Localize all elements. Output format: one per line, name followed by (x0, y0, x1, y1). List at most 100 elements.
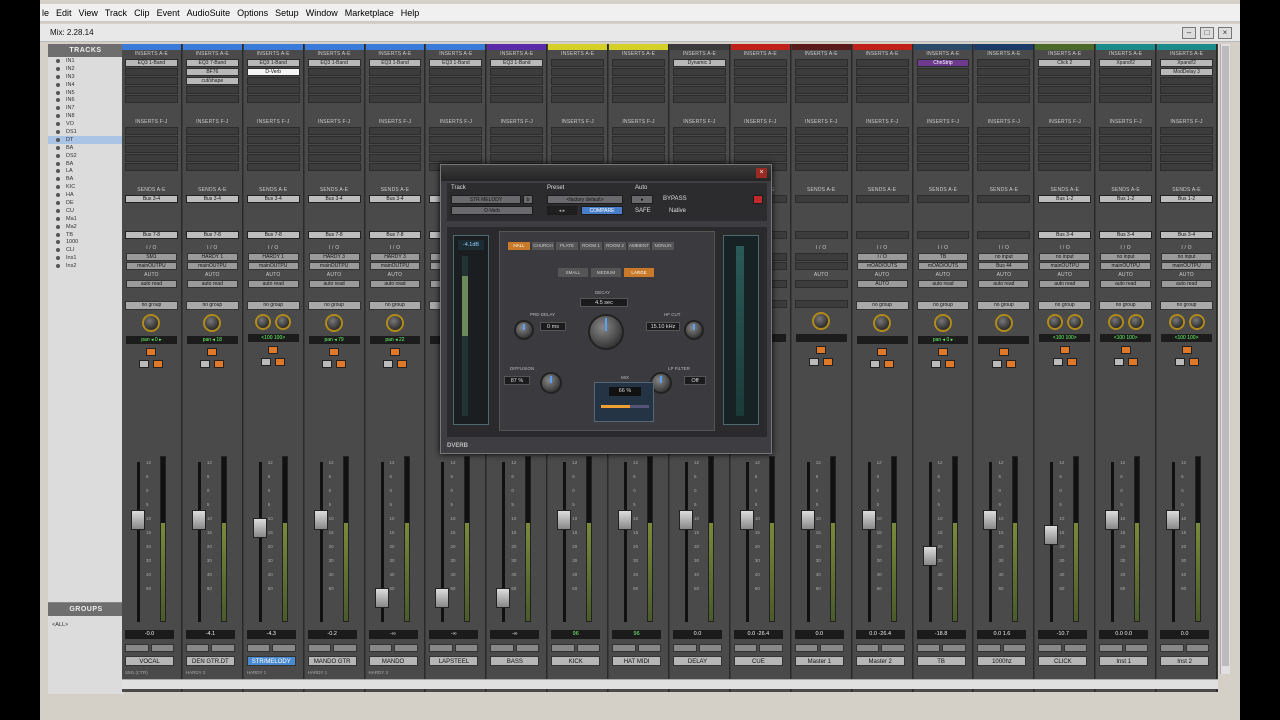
diffusion-knob[interactable] (540, 372, 562, 394)
dyn-button[interactable] (307, 644, 332, 652)
insert-slot[interactable] (125, 68, 178, 76)
output-selector[interactable]: mainOUTPU (247, 262, 299, 270)
insert-slot[interactable] (185, 145, 239, 153)
automation-mode[interactable]: auto read (126, 280, 177, 288)
dyn-button[interactable] (125, 644, 149, 652)
track-list-item[interactable]: IN7 (48, 104, 123, 112)
insert-slot[interactable] (551, 136, 605, 144)
track-name[interactable]: TB (916, 656, 966, 666)
input-selector[interactable]: no input (978, 253, 1030, 261)
record-button[interactable] (1181, 346, 1192, 354)
group-selector[interactable]: no group (307, 301, 361, 310)
insert-slot[interactable]: EQ3 1-Band (307, 59, 361, 67)
record-button[interactable] (268, 346, 279, 354)
track-list-item[interactable]: IN1 (48, 57, 123, 65)
group-selector[interactable]: no group (185, 301, 239, 310)
insert-slot[interactable] (977, 68, 1031, 76)
output-selector[interactable]: mainOUTPU (1161, 262, 1212, 270)
maximize-button[interactable]: □ (1200, 27, 1214, 39)
track-name[interactable]: Master 1 (794, 656, 844, 666)
pan-knob[interactable] (933, 314, 952, 332)
automation-mode[interactable]: auto read (978, 280, 1030, 288)
output-selector[interactable]: mOAD/OUTS (917, 262, 969, 270)
insert-slot[interactable] (855, 68, 909, 76)
track-list-item[interactable]: BA (48, 144, 123, 152)
automation-mode[interactable]: auto read (1161, 280, 1212, 288)
automation-mode[interactable]: auto read (1100, 280, 1152, 288)
insert-slot[interactable] (612, 59, 665, 67)
send-slot[interactable]: Bus 3-4 (307, 195, 361, 203)
volume-fader[interactable] (557, 509, 572, 530)
insert-slot[interactable] (855, 77, 909, 85)
insert-slot[interactable] (855, 145, 909, 153)
track-visibility-icon[interactable] (56, 185, 60, 190)
menu-item-setup[interactable]: Setup (275, 8, 306, 18)
track-list-item[interactable]: CLI (48, 246, 123, 254)
track-name[interactable]: CLICK (1038, 656, 1088, 666)
track-name[interactable]: Inst 2 (1160, 656, 1210, 666)
track-visibility-icon[interactable] (56, 240, 60, 245)
insert-slot[interactable] (551, 154, 605, 162)
solo-button[interactable] (322, 360, 333, 368)
insert-slot[interactable] (429, 86, 483, 94)
pan-left-knob[interactable] (255, 314, 272, 330)
send-slot[interactable] (794, 195, 848, 203)
volume-fader[interactable] (1166, 509, 1181, 530)
track-name[interactable]: DEN GTR.DT (185, 656, 235, 666)
insert-slot[interactable] (1099, 77, 1153, 85)
insert-slot[interactable] (977, 77, 1031, 85)
send-slot[interactable]: Bus 1-2 (1038, 195, 1092, 203)
track-visibility-icon[interactable] (56, 264, 60, 269)
insert-slot[interactable] (1038, 77, 1092, 85)
track-list-item[interactable]: Ins2 (48, 262, 123, 270)
pan-knob[interactable] (203, 314, 222, 332)
reverb-type-church[interactable]: CHURCH (532, 242, 554, 250)
input-selector[interactable]: no input (1100, 253, 1152, 261)
voice-selector[interactable] (942, 644, 966, 652)
solo-button[interactable] (991, 360, 1002, 368)
insert-slot[interactable] (916, 154, 970, 162)
insert-slot[interactable] (429, 127, 483, 135)
automation-mode[interactable]: auto read (369, 280, 421, 288)
voice-selector[interactable] (1185, 644, 1210, 652)
track-list-item[interactable]: DS2 (48, 152, 123, 160)
volume-fader[interactable] (1105, 509, 1120, 530)
insert-slot[interactable] (733, 95, 787, 103)
track-list-item[interactable]: IN5 (48, 89, 123, 97)
insert-slot[interactable] (368, 86, 422, 94)
insert-slot[interactable] (368, 154, 422, 162)
track-list-item[interactable]: 1000 (48, 238, 123, 246)
insert-slot[interactable] (368, 68, 422, 76)
track-list-item[interactable]: DE (48, 199, 123, 207)
track-visibility-icon[interactable] (56, 122, 60, 127)
compare-button[interactable]: COMPARE (581, 206, 623, 215)
reverb-size-large[interactable]: LARGE (624, 268, 654, 277)
automation-mode[interactable] (794, 280, 848, 288)
track-visibility-icon[interactable] (56, 224, 60, 229)
insert-slot[interactable] (916, 145, 970, 153)
insert-slot[interactable] (916, 136, 970, 144)
insert-slot[interactable] (612, 136, 665, 144)
dyn-button[interactable] (185, 644, 210, 652)
pan-knob[interactable] (142, 314, 161, 332)
insert-slot[interactable] (733, 127, 787, 135)
track-visibility-icon[interactable] (56, 193, 60, 198)
insert-slot[interactable] (368, 163, 422, 171)
menu-item-audiosuite[interactable]: AudioSuite (187, 8, 238, 18)
track-visibility-icon[interactable] (56, 200, 60, 205)
insert-slot[interactable] (733, 77, 787, 85)
volume-fader[interactable] (739, 509, 754, 530)
insert-slot[interactable] (307, 163, 361, 171)
insert-slot[interactable] (673, 127, 726, 135)
insert-slot[interactable] (490, 145, 544, 153)
dyn-button[interactable] (551, 644, 575, 652)
insert-slot[interactable] (733, 59, 787, 67)
group-selector[interactable]: no group (1038, 301, 1092, 310)
record-button[interactable] (998, 348, 1009, 356)
insert-slot[interactable] (246, 95, 300, 103)
send-slot[interactable] (977, 195, 1031, 203)
input-selector[interactable]: I / O (856, 253, 908, 261)
track-list-item[interactable]: BA (48, 160, 123, 168)
track-visibility-icon[interactable] (56, 90, 60, 95)
predelay-value[interactable]: 0 ms (540, 322, 566, 331)
